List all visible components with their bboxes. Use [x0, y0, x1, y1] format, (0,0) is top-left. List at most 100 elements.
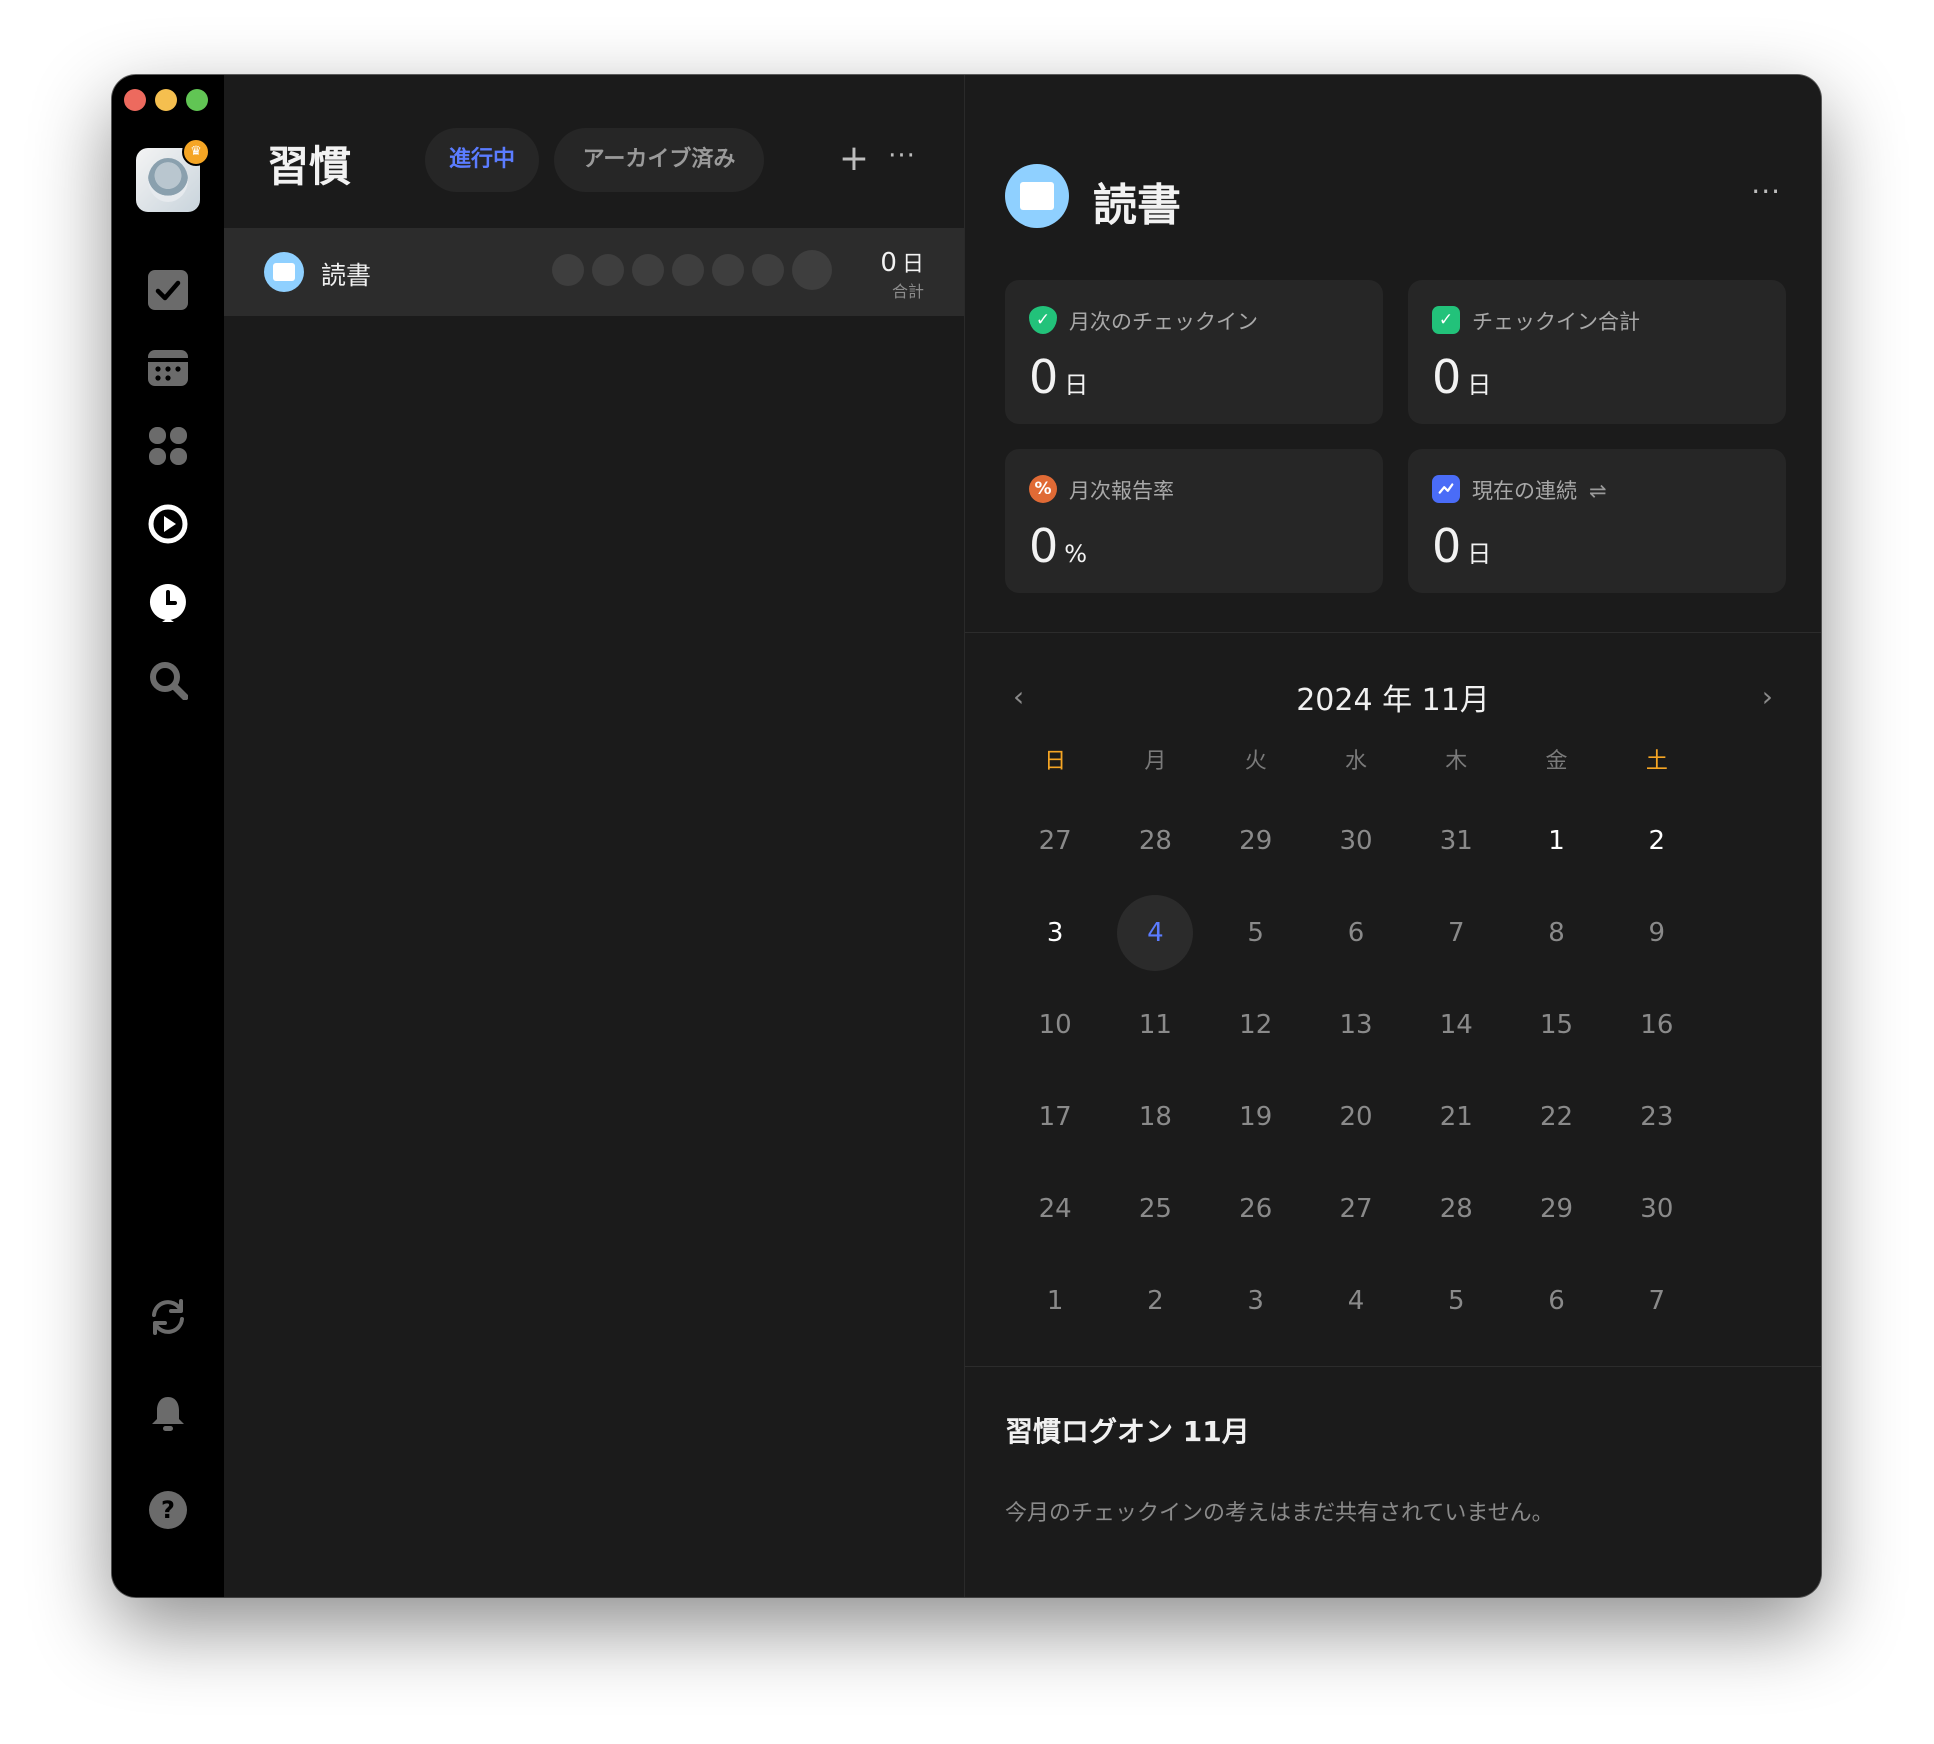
calendar-day[interactable]: 21	[1406, 1071, 1506, 1163]
stat-unit: %	[1064, 540, 1088, 568]
book-icon	[264, 252, 304, 292]
calendar-day[interactable]: 28	[1406, 1163, 1506, 1255]
calendar-day[interactable]: 10	[1005, 979, 1105, 1071]
calendar-day[interactable]: 1	[1005, 1255, 1105, 1347]
play-circle-icon	[148, 504, 188, 544]
calendar-day[interactable]: 5	[1406, 1255, 1506, 1347]
stat-value: 0	[1432, 519, 1462, 573]
page-title: 習慣	[267, 142, 352, 191]
habit-more-button[interactable]: ···	[1751, 175, 1781, 208]
sidebar-item-search[interactable]	[148, 660, 188, 700]
window-controls	[124, 89, 208, 111]
calendar-day[interactable]: 29	[1206, 795, 1306, 887]
sidebar: ♛ ?	[112, 75, 224, 1597]
calendar-month-title: 2024 年 11月	[1296, 683, 1490, 718]
sidebar-item-tasks[interactable]	[148, 270, 188, 310]
calendar-day[interactable]: 27	[1306, 1163, 1406, 1255]
maximize-window-button[interactable]	[186, 89, 208, 111]
total-count-label: 合計	[891, 282, 924, 301]
calendar-week-row: 17 18 19 20 21 22 23	[1005, 1071, 1707, 1163]
habit-list-panel: 習慣 進行中 アーカイブ済み + ··· 読書 0 日 合計	[224, 75, 965, 1597]
calendar-grid: 27 28 29 30 31 1 2 3 4 5 6 7 8 9 10 11 12 13 14 15 16 17 18 19 2…	[1005, 795, 1707, 1347]
calendar-day[interactable]: 2	[1105, 1255, 1205, 1347]
calendar-day[interactable]: 4	[1306, 1255, 1406, 1347]
swap-icon[interactable]: ⇌	[1589, 479, 1607, 503]
stat-label: 月次報告率	[1069, 479, 1174, 503]
next-month-button[interactable]: ›	[1762, 680, 1773, 713]
calendar-day[interactable]: 26	[1206, 1163, 1306, 1255]
stat-label: チェックイン合計	[1472, 310, 1640, 334]
calendar-day[interactable]: 22	[1506, 1071, 1606, 1163]
sidebar-item-habits[interactable]	[148, 504, 188, 544]
checkin-dot[interactable]	[672, 254, 704, 286]
clock-icon	[149, 584, 186, 622]
sidebar-item-apps[interactable]	[148, 426, 188, 466]
calendar-day[interactable]: 5	[1206, 887, 1306, 979]
calendar-day[interactable]: 7	[1607, 1255, 1707, 1347]
calendar-day[interactable]: 25	[1105, 1163, 1205, 1255]
calendar-day[interactable]: 3	[1206, 1255, 1306, 1347]
calendar-day[interactable]: 11	[1105, 979, 1205, 1071]
book-icon	[1005, 164, 1069, 228]
stat-card-total-checkins: ✓ チェックイン合計 0日	[1408, 280, 1786, 424]
weekday-label: 月	[1144, 749, 1167, 774]
checkin-dot-today[interactable]	[792, 250, 832, 290]
habit-name: 読書	[321, 261, 372, 290]
calendar-day[interactable]: 28	[1105, 795, 1205, 887]
calendar-day[interactable]: 16	[1607, 979, 1707, 1071]
stat-unit: 日	[1467, 371, 1492, 399]
habit-list-item[interactable]: 読書 0 日 合計	[224, 228, 964, 316]
divider	[965, 632, 1821, 633]
tab-in-progress[interactable]: 進行中	[425, 128, 539, 192]
notifications-button[interactable]	[148, 1393, 188, 1433]
sidebar-item-focus[interactable]	[148, 582, 188, 622]
total-count-value: 0	[880, 248, 897, 278]
checkbox-icon	[148, 270, 188, 310]
tab-archived[interactable]: アーカイブ済み	[554, 128, 764, 192]
calendar-day[interactable]: 19	[1206, 1071, 1306, 1163]
close-window-button[interactable]	[124, 89, 146, 111]
calendar-day[interactable]: 14	[1406, 979, 1506, 1071]
calendar-day[interactable]: 18	[1105, 1071, 1205, 1163]
sidebar-item-calendar[interactable]	[148, 348, 188, 388]
calendar-day[interactable]: 29	[1506, 1163, 1606, 1255]
calendar-day[interactable]: 13	[1306, 979, 1406, 1071]
checkin-dot[interactable]	[552, 254, 584, 286]
sync-button[interactable]	[148, 1297, 188, 1337]
calendar-day[interactable]: 15	[1506, 979, 1606, 1071]
checkin-dot[interactable]	[712, 254, 744, 286]
avatar[interactable]: ♛	[136, 138, 210, 212]
calendar-day[interactable]: 1	[1506, 795, 1606, 887]
stat-card-current-streak[interactable]: 現在の連続 ⇌ 0日	[1408, 449, 1786, 593]
apps-grid-icon	[149, 427, 187, 465]
calendar-day-today[interactable]: 4	[1105, 887, 1205, 979]
divider	[965, 1366, 1821, 1367]
more-options-button[interactable]: ···	[882, 139, 922, 179]
calendar-day[interactable]: 2	[1607, 795, 1707, 887]
calendar-check-icon: ✓	[1432, 306, 1460, 334]
week-checkin-dots	[552, 250, 832, 290]
calendar-week-row: 24 25 26 27 28 29 30	[1005, 1163, 1707, 1255]
calendar-day[interactable]: 7	[1406, 887, 1506, 979]
checkin-dot[interactable]	[632, 254, 664, 286]
calendar-day[interactable]: 31	[1406, 795, 1506, 887]
calendar-day[interactable]: 17	[1005, 1071, 1105, 1163]
stat-card-monthly-checkins: ✓ 月次のチェックイン 0日	[1005, 280, 1383, 424]
calendar-day[interactable]: 30	[1306, 795, 1406, 887]
checkin-dot[interactable]	[592, 254, 624, 286]
calendar-day[interactable]: 27	[1005, 795, 1105, 887]
calendar-day[interactable]: 23	[1607, 1071, 1707, 1163]
calendar-day[interactable]: 20	[1306, 1071, 1406, 1163]
calendar-day[interactable]: 6	[1306, 887, 1406, 979]
calendar-day[interactable]: 6	[1506, 1255, 1606, 1347]
minimize-window-button[interactable]	[155, 89, 177, 111]
calendar-day[interactable]: 8	[1506, 887, 1606, 979]
calendar-day[interactable]: 9	[1607, 887, 1707, 979]
calendar-day[interactable]: 3	[1005, 887, 1105, 979]
calendar-day[interactable]: 24	[1005, 1163, 1105, 1255]
calendar-day[interactable]: 30	[1607, 1163, 1707, 1255]
add-habit-button[interactable]: +	[838, 139, 870, 179]
calendar-day[interactable]: 12	[1206, 979, 1306, 1071]
checkin-dot[interactable]	[752, 254, 784, 286]
help-button[interactable]: ?	[148, 1490, 188, 1530]
